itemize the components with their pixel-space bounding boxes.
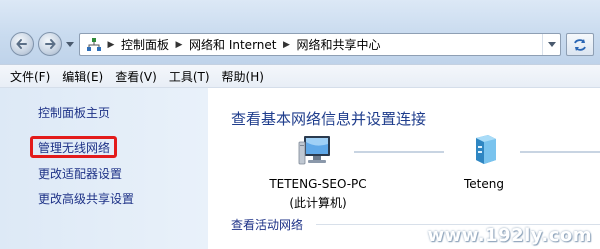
forward-button[interactable] (38, 32, 62, 56)
refresh-icon (574, 38, 586, 51)
breadcrumb-network-internet[interactable]: 网络和 Internet (186, 36, 279, 53)
menu-help[interactable]: 帮助(H) (222, 68, 264, 85)
menu-bar: 文件(F) 编辑(E) 查看(V) 工具(T) 帮助(H) (0, 64, 600, 88)
menu-file[interactable]: 文件(F) (10, 68, 50, 85)
main-content: 查看基本网络信息并设置连接 TETENG-SEO-PC (此计算机) Teten… (208, 88, 600, 249)
recent-pages-dropdown[interactable] (65, 40, 75, 50)
window-chrome: ▶ 控制面板 ▶ 网络和 Internet ▶ 网络和共享中心 (0, 0, 600, 64)
address-bar[interactable]: ▶ 控制面板 ▶ 网络和 Internet ▶ 网络和共享中心 (79, 33, 561, 56)
refresh-button[interactable] (566, 33, 594, 56)
chevron-down-icon (66, 42, 74, 47)
active-networks-heading: 查看活动网络 (231, 218, 304, 232)
connection-line (354, 151, 444, 153)
breadcrumb-separator[interactable]: ▶ (279, 40, 293, 50)
breadcrumb-control-panel[interactable]: 控制面板 (118, 36, 172, 53)
back-button[interactable] (10, 32, 34, 56)
forward-arrow-icon (45, 39, 56, 49)
change-advanced-sharing-link[interactable]: 更改高级共享设置 (38, 190, 134, 207)
highlight-box (30, 136, 117, 158)
menu-edit[interactable]: 编辑(E) (62, 68, 103, 85)
watermark: www.192ly.com (427, 225, 592, 246)
menu-view[interactable]: 查看(V) (115, 68, 157, 85)
breadcrumb-separator[interactable]: ▶ (172, 40, 186, 50)
menu-tools[interactable]: 工具(T) (169, 68, 210, 85)
network-location-icon (84, 35, 104, 55)
computer-label: (此计算机) (289, 196, 347, 210)
chevron-down-icon (547, 41, 556, 47)
change-adapter-settings-link[interactable]: 更改适配器设置 (38, 165, 122, 182)
connection-line (520, 151, 600, 153)
breadcrumb-network-sharing-center[interactable]: 网络和共享中心 (293, 36, 383, 53)
network-name: Teteng (464, 177, 504, 191)
breadcrumb-separator[interactable]: ▶ (104, 40, 118, 50)
back-arrow-icon (16, 39, 27, 49)
page-title: 查看基本网络信息并设置连接 (231, 110, 427, 128)
computer-name: TETENG-SEO-PC (269, 177, 367, 191)
computer-icon (298, 136, 330, 165)
control-panel-home-link[interactable]: 控制面板主页 (38, 104, 110, 121)
address-dropdown-button[interactable] (542, 34, 560, 55)
network-icon (476, 135, 496, 164)
task-pane: 控制面板主页 管理无线网络 更改适配器设置 更改高级共享设置 (0, 88, 208, 249)
